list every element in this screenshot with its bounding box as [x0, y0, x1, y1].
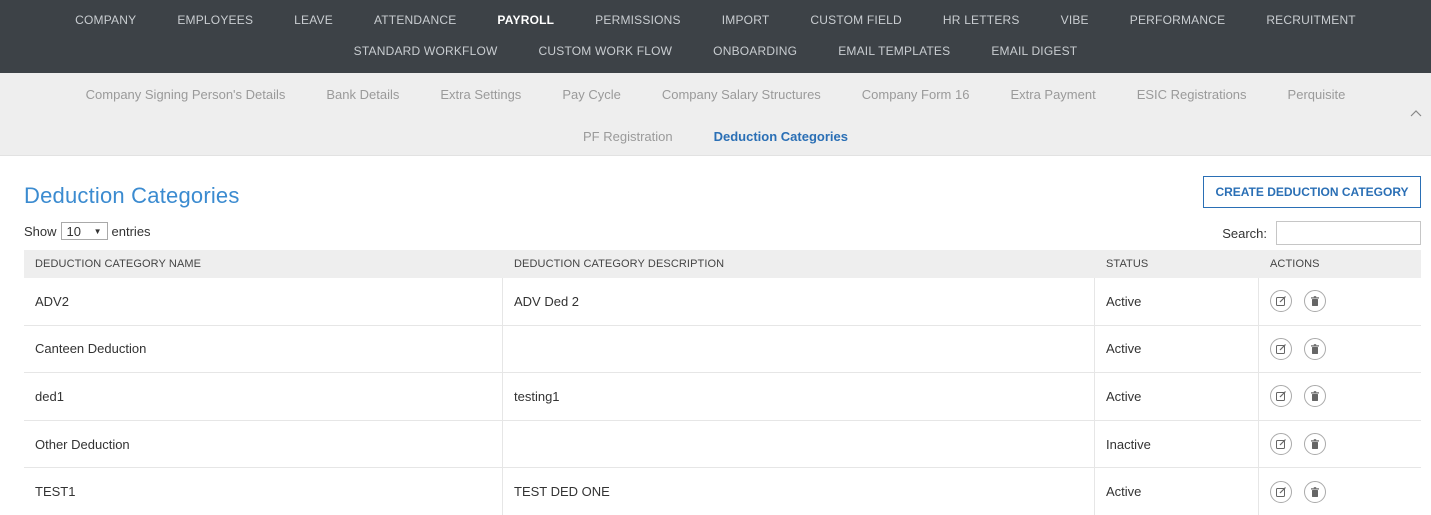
top-nav-item-email-digest[interactable]: EMAIL DIGEST	[991, 44, 1077, 58]
chevron-up-icon[interactable]	[1409, 106, 1423, 120]
cell-description	[503, 325, 1095, 373]
search-control: Search:	[1222, 221, 1421, 245]
sub-nav-item-company-salary-structures[interactable]: Company Salary Structures	[662, 87, 821, 102]
sub-nav-item-company-form-16[interactable]: Company Form 16	[862, 87, 970, 102]
column-header-actions: ACTIONS	[1270, 258, 1320, 270]
cell-status: Inactive	[1095, 420, 1259, 468]
cell-actions	[1259, 373, 1421, 420]
delete-icon[interactable]	[1304, 433, 1326, 456]
table-row: ded1 testing1 Active	[24, 373, 1421, 421]
table-body: ADV2 ADV Ded 2 Active Canteen Deduction Acti…	[24, 278, 1421, 515]
cell-actions	[1259, 468, 1421, 515]
entries-select[interactable]: 10 ▼	[60, 222, 108, 240]
sub-nav-item-extra-settings[interactable]: Extra Settings	[440, 87, 521, 102]
delete-icon[interactable]	[1304, 385, 1326, 408]
edit-icon[interactable]	[1270, 290, 1292, 313]
top-nav-row-2: STANDARD WORKFLOW CUSTOM WORK FLOW ONBOARD…	[0, 44, 1431, 58]
search-label: Search:	[1222, 225, 1267, 241]
sub-nav-item-deduction-categories[interactable]: Deduction Categories	[714, 129, 848, 144]
edit-icon[interactable]	[1270, 480, 1292, 503]
column-header-description[interactable]: DEDUCTION CATEGORY DESCRIPTION	[503, 258, 1095, 270]
sub-nav-item-pf-registration[interactable]: PF Registration	[583, 129, 673, 144]
table-row: Other Deduction Inactive	[24, 420, 1421, 469]
top-nav-item-vibe[interactable]: VIBE	[1061, 13, 1089, 27]
sub-nav-row-1: Company Signing Person's Details Bank Det…	[0, 87, 1431, 102]
cell-description: TEST DED ONE	[503, 468, 1095, 515]
sub-nav-item-bank-details[interactable]: Bank Details	[326, 87, 399, 102]
cell-actions	[1259, 421, 1421, 468]
deduction-categories-table: DEDUCTION CATEGORY NAME DEDUCTION CATEGO…	[24, 250, 1421, 515]
top-nav-item-hr-letters[interactable]: HR LETTERS	[943, 13, 1020, 27]
edit-icon[interactable]	[1270, 385, 1292, 408]
sub-nav-item-pay-cycle[interactable]: Pay Cycle	[562, 87, 621, 102]
delete-icon[interactable]	[1304, 480, 1326, 503]
top-nav-item-email-templates[interactable]: EMAIL TEMPLATES	[838, 44, 950, 58]
sub-navigation: Company Signing Person's Details Bank Det…	[0, 73, 1431, 156]
cell-name: ded1	[24, 373, 503, 420]
entries-select-value: 10	[66, 223, 81, 239]
cell-name: Canteen Deduction	[24, 325, 503, 373]
cell-name: Other Deduction	[24, 420, 503, 468]
top-nav-row-1: COMPANY EMPLOYEES LEAVE ATTENDANCE PAYROLL PE…	[0, 13, 1431, 27]
top-nav-item-onboarding[interactable]: ONBOARDING	[713, 44, 797, 58]
cell-description: testing1	[503, 373, 1095, 420]
cell-description	[503, 420, 1095, 468]
entries-label: entries	[111, 223, 151, 239]
top-nav-item-custom-field[interactable]: CUSTOM FIELD	[810, 13, 902, 27]
delete-icon[interactable]	[1304, 290, 1326, 313]
top-navigation: COMPANY EMPLOYEES LEAVE ATTENDANCE PAYROLL PE…	[0, 0, 1431, 73]
cell-name: TEST1	[24, 468, 503, 515]
sub-nav-row-2: PF Registration Deduction Categories	[0, 129, 1431, 144]
table-row: Canteen Deduction Active	[24, 325, 1421, 374]
top-nav-item-company[interactable]: COMPANY	[75, 13, 136, 27]
cell-status: Active	[1095, 278, 1259, 325]
page-title: Deduction Categories	[24, 183, 240, 208]
top-nav-item-custom-work-flow[interactable]: CUSTOM WORK FLOW	[539, 44, 673, 58]
column-header-status[interactable]: STATUS	[1095, 258, 1259, 270]
top-nav-item-import[interactable]: IMPORT	[722, 13, 770, 27]
table-row: ADV2 ADV Ded 2 Active	[24, 278, 1421, 326]
cell-actions	[1259, 326, 1421, 373]
top-nav-item-attendance[interactable]: ATTENDANCE	[374, 13, 456, 27]
edit-icon[interactable]	[1270, 337, 1292, 360]
top-nav-item-leave[interactable]: LEAVE	[294, 13, 333, 27]
search-input[interactable]	[1276, 221, 1421, 245]
cell-actions	[1259, 278, 1421, 325]
delete-icon[interactable]	[1304, 337, 1326, 360]
cell-status: Active	[1095, 325, 1259, 373]
cell-name: ADV2	[24, 278, 503, 325]
sub-nav-item-extra-payment[interactable]: Extra Payment	[1010, 87, 1095, 102]
sub-nav-item-company-signing-person-s-details[interactable]: Company Signing Person's Details	[86, 87, 286, 102]
top-nav-item-recruitment[interactable]: RECRUITMENT	[1266, 13, 1356, 27]
top-nav-item-payroll[interactable]: PAYROLL	[497, 13, 554, 27]
table-header: DEDUCTION CATEGORY NAME DEDUCTION CATEGO…	[24, 250, 1421, 278]
show-label: Show	[24, 223, 57, 239]
sub-nav-item-perquisite[interactable]: Perquisite	[1288, 87, 1346, 102]
entries-length-control: Show 10 ▼ entries	[24, 222, 151, 240]
edit-icon[interactable]	[1270, 433, 1292, 456]
top-nav-item-performance[interactable]: PERFORMANCE	[1130, 13, 1226, 27]
cell-status: Active	[1095, 468, 1259, 515]
create-deduction-category-button[interactable]: CREATE DEDUCTION CATEGORY	[1203, 176, 1421, 208]
table-row: TEST1 TEST DED ONE Active	[24, 468, 1421, 515]
cell-description: ADV Ded 2	[503, 278, 1095, 325]
sub-nav-item-esic-registrations[interactable]: ESIC Registrations	[1137, 87, 1247, 102]
top-nav-item-standard-workflow[interactable]: STANDARD WORKFLOW	[354, 44, 498, 58]
column-header-name[interactable]: DEDUCTION CATEGORY NAME	[24, 258, 503, 270]
top-nav-item-permissions[interactable]: PERMISSIONS	[595, 13, 681, 27]
top-nav-item-employees[interactable]: EMPLOYEES	[177, 13, 253, 27]
caret-down-icon: ▼	[93, 226, 102, 236]
cell-status: Active	[1095, 373, 1259, 420]
